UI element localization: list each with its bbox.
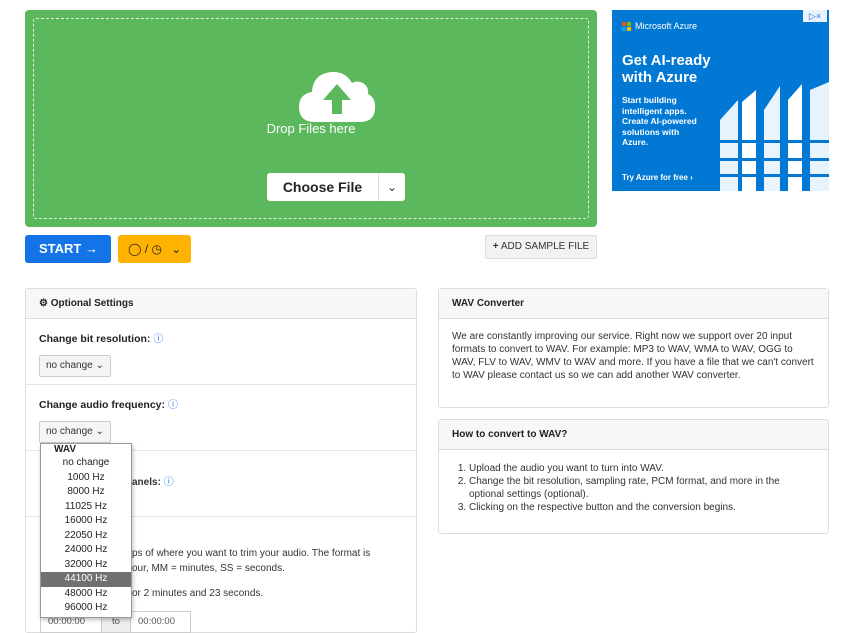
choose-file-label: Choose File xyxy=(267,173,379,201)
ad-body-line: solutions with xyxy=(622,126,680,137)
ad-brand: Microsoft Azure xyxy=(622,21,697,31)
audio-frequency-label: Change audio frequency: xyxy=(39,399,166,411)
ad-body-line: Create AI-powered xyxy=(622,116,697,126)
ad-graphic-bars xyxy=(720,82,829,191)
ad-headline: Get AI-ready with Azure xyxy=(622,52,711,86)
how-to-step: Change the bit resolution, sampling rate… xyxy=(469,475,815,501)
dropdown-option[interactable]: 1000 Hz xyxy=(41,471,131,486)
dropdown-option[interactable]: 48000 Hz xyxy=(41,587,131,602)
timer-options-button[interactable]: ◯ / ◷ ⌄ xyxy=(118,235,191,263)
start-label: START xyxy=(39,241,82,256)
dropdown-option[interactable]: 24000 Hz xyxy=(41,543,131,558)
wav-converter-panel: WAV Converter We are constantly improvin… xyxy=(438,288,829,408)
add-sample-label: ADD SAMPLE FILE xyxy=(500,241,590,252)
gear-icon: ⚙ xyxy=(39,298,48,309)
audio-channels-label: anels: ⓘ xyxy=(132,477,174,488)
dropdown-option[interactable]: 44100 Hz xyxy=(41,572,131,587)
add-sample-file-button[interactable]: + ADD SAMPLE FILE xyxy=(485,235,597,259)
dropdown-option[interactable]: 11025 Hz xyxy=(41,500,131,515)
bit-resolution-value: no change xyxy=(46,360,93,371)
dropdown-option[interactable]: 8000 Hz xyxy=(41,485,131,500)
ad-headline-line: with Azure xyxy=(622,69,698,86)
audio-frequency-row: Change audio frequency: ⓘ no change ⌄ xyxy=(26,385,416,451)
advertisement[interactable]: ▷× Microsoft Azure Get AI-ready with Azu… xyxy=(612,10,829,191)
arrow-right-icon: → xyxy=(85,241,98,256)
audio-frequency-dropdown[interactable]: WAV no change 1000 Hz 8000 Hz 11025 Hz 16000… xyxy=(40,443,132,618)
coin-icon: ◯ xyxy=(128,242,142,256)
ad-body-line: Start building xyxy=(622,95,677,105)
ad-cta-link[interactable]: Try Azure for free › xyxy=(622,173,693,182)
plus-icon: + xyxy=(492,241,499,252)
chevron-down-icon: ⌄ xyxy=(171,242,182,256)
ad-body: Start building intelligent apps. Create … xyxy=(622,95,697,148)
ad-headline-line: Get AI-ready xyxy=(622,52,711,69)
audio-frequency-select[interactable]: no change ⌄ xyxy=(39,421,111,443)
trim-example-text: or 2 minutes and 23 seconds. xyxy=(132,588,264,599)
dropdown-option[interactable]: 32000 Hz xyxy=(41,558,131,573)
trim-end-input[interactable]: 00:00:00 xyxy=(130,611,191,633)
ad-brand-text: Microsoft Azure xyxy=(635,21,698,31)
info-icon[interactable]: ⓘ xyxy=(164,477,174,488)
dropdown-option[interactable]: 22050 Hz xyxy=(41,529,131,544)
clock-icon: ◷ xyxy=(151,242,162,256)
ad-body-line: Azure. xyxy=(622,137,648,147)
chevron-down-icon[interactable]: ⌄ xyxy=(379,173,405,201)
how-to-panel: How to convert to WAV? Upload the audio … xyxy=(438,419,829,534)
audio-frequency-value: no change xyxy=(46,426,93,437)
wav-converter-text: We are constantly improving our service.… xyxy=(452,331,814,381)
dropdown-options: no change 1000 Hz 8000 Hz 11025 Hz 16000 Hz 2… xyxy=(41,456,131,616)
dropdown-option[interactable]: 96000 Hz xyxy=(41,601,131,616)
trim-help-text: our, MM = minutes, SS = seconds. xyxy=(132,563,285,574)
how-to-step: Upload the audio you want to turn into W… xyxy=(469,462,815,475)
ad-body-line: intelligent apps. xyxy=(622,105,687,116)
optional-settings-header: ⚙ Optional Settings xyxy=(26,289,416,319)
dropdown-option[interactable]: 16000 Hz xyxy=(41,514,131,529)
how-to-steps: Upload the audio you want to turn into W… xyxy=(439,450,828,514)
drop-files-label: Drop Files here xyxy=(266,121,356,136)
how-to-step: Clicking on the respective button and th… xyxy=(469,501,815,514)
info-icon[interactable]: ⓘ xyxy=(168,400,178,411)
dropdown-group-label: WAV xyxy=(41,444,131,456)
wav-converter-title: WAV Converter xyxy=(439,289,828,319)
microsoft-logo-icon xyxy=(622,21,631,31)
dropdown-option[interactable]: no change xyxy=(41,456,131,471)
trim-help-text: ps of where you want to trim your audio.… xyxy=(132,548,371,559)
optional-settings-title: Optional Settings xyxy=(50,298,134,309)
choose-file-button[interactable]: Choose File ⌄ xyxy=(267,173,405,201)
bit-resolution-select[interactable]: no change ⌄ xyxy=(39,355,111,377)
cloud-upload-icon xyxy=(299,71,376,122)
bit-resolution-row: Change bit resolution: ⓘ no change ⌄ xyxy=(26,319,416,385)
bit-resolution-label: Change bit resolution: xyxy=(39,333,151,345)
start-button[interactable]: START → xyxy=(25,235,111,263)
upload-drop-zone[interactable]: Drop Files here Choose File ⌄ xyxy=(25,10,597,227)
ad-choices-icon[interactable]: ▷× xyxy=(803,10,827,22)
info-icon[interactable]: ⓘ xyxy=(153,334,163,345)
how-to-title: How to convert to WAV? xyxy=(439,420,828,450)
